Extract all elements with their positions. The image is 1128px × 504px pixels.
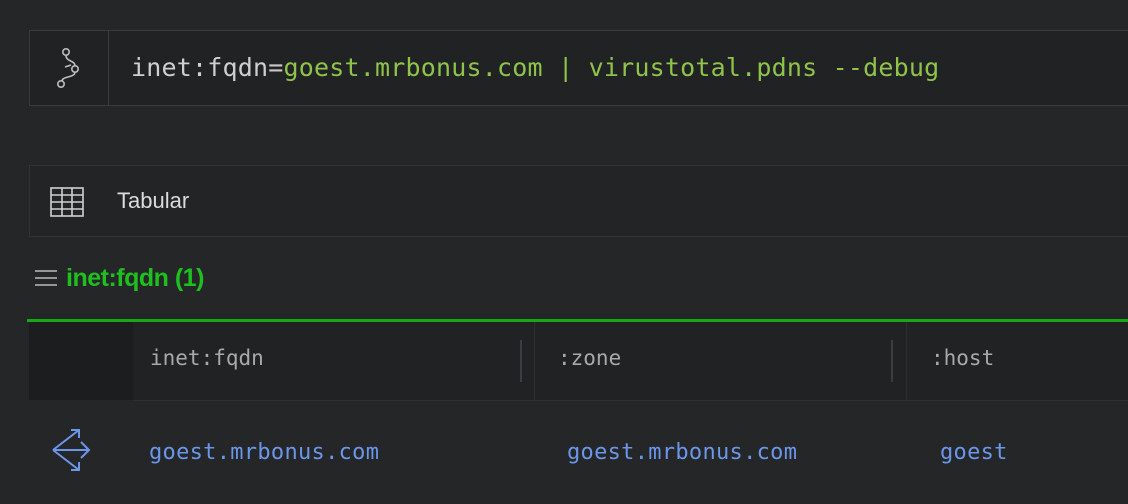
row-divider <box>133 400 1128 401</box>
query-input[interactable]: inet:fqdn=goest.mrbonus.com | virustotal… <box>131 53 939 82</box>
column-header-zone[interactable]: :zone <box>558 346 621 370</box>
query-options-button[interactable] <box>30 31 109 105</box>
view-mode-bar[interactable]: Tabular <box>29 165 1128 237</box>
column-resize-handle[interactable] <box>520 340 522 382</box>
query-value: goest.mrbonus.com <box>283 53 543 82</box>
column-divider <box>906 322 907 400</box>
pivot-icon[interactable] <box>49 426 93 474</box>
column-header-fqdn[interactable]: inet:fqdn <box>150 346 264 370</box>
branch-icon <box>57 47 79 88</box>
column-resize-handle[interactable] <box>891 340 893 382</box>
menu-icon[interactable] <box>34 268 58 288</box>
storm-query-bar[interactable]: inet:fqdn=goest.mrbonus.com | virustotal… <box>29 30 1128 106</box>
table-header-row: inet:fqdn :zone :host <box>29 322 1128 400</box>
view-mode-label: Tabular <box>117 188 190 213</box>
cell-host-link[interactable]: goest <box>940 440 1008 465</box>
table-grid-icon <box>50 187 84 217</box>
query-pipe: | <box>558 53 574 82</box>
cell-zone-link[interactable]: goest.mrbonus.com <box>567 440 797 465</box>
cell-fqdn-link[interactable]: goest.mrbonus.com <box>149 440 379 465</box>
query-operator: = <box>268 53 284 82</box>
form-group-header[interactable]: inet:fqdn (1) <box>34 258 204 298</box>
form-group-title: inet:fqdn (1) <box>66 263 204 292</box>
table-row: goest.mrbonus.com goest.mrbonus.com goes… <box>29 402 1128 504</box>
column-divider <box>534 322 535 400</box>
column-header-host[interactable]: :host <box>931 346 994 370</box>
query-command: virustotal.pdns --debug <box>588 53 940 82</box>
query-form: inet:fqdn <box>131 53 269 82</box>
row-icon-gutter <box>29 322 133 400</box>
